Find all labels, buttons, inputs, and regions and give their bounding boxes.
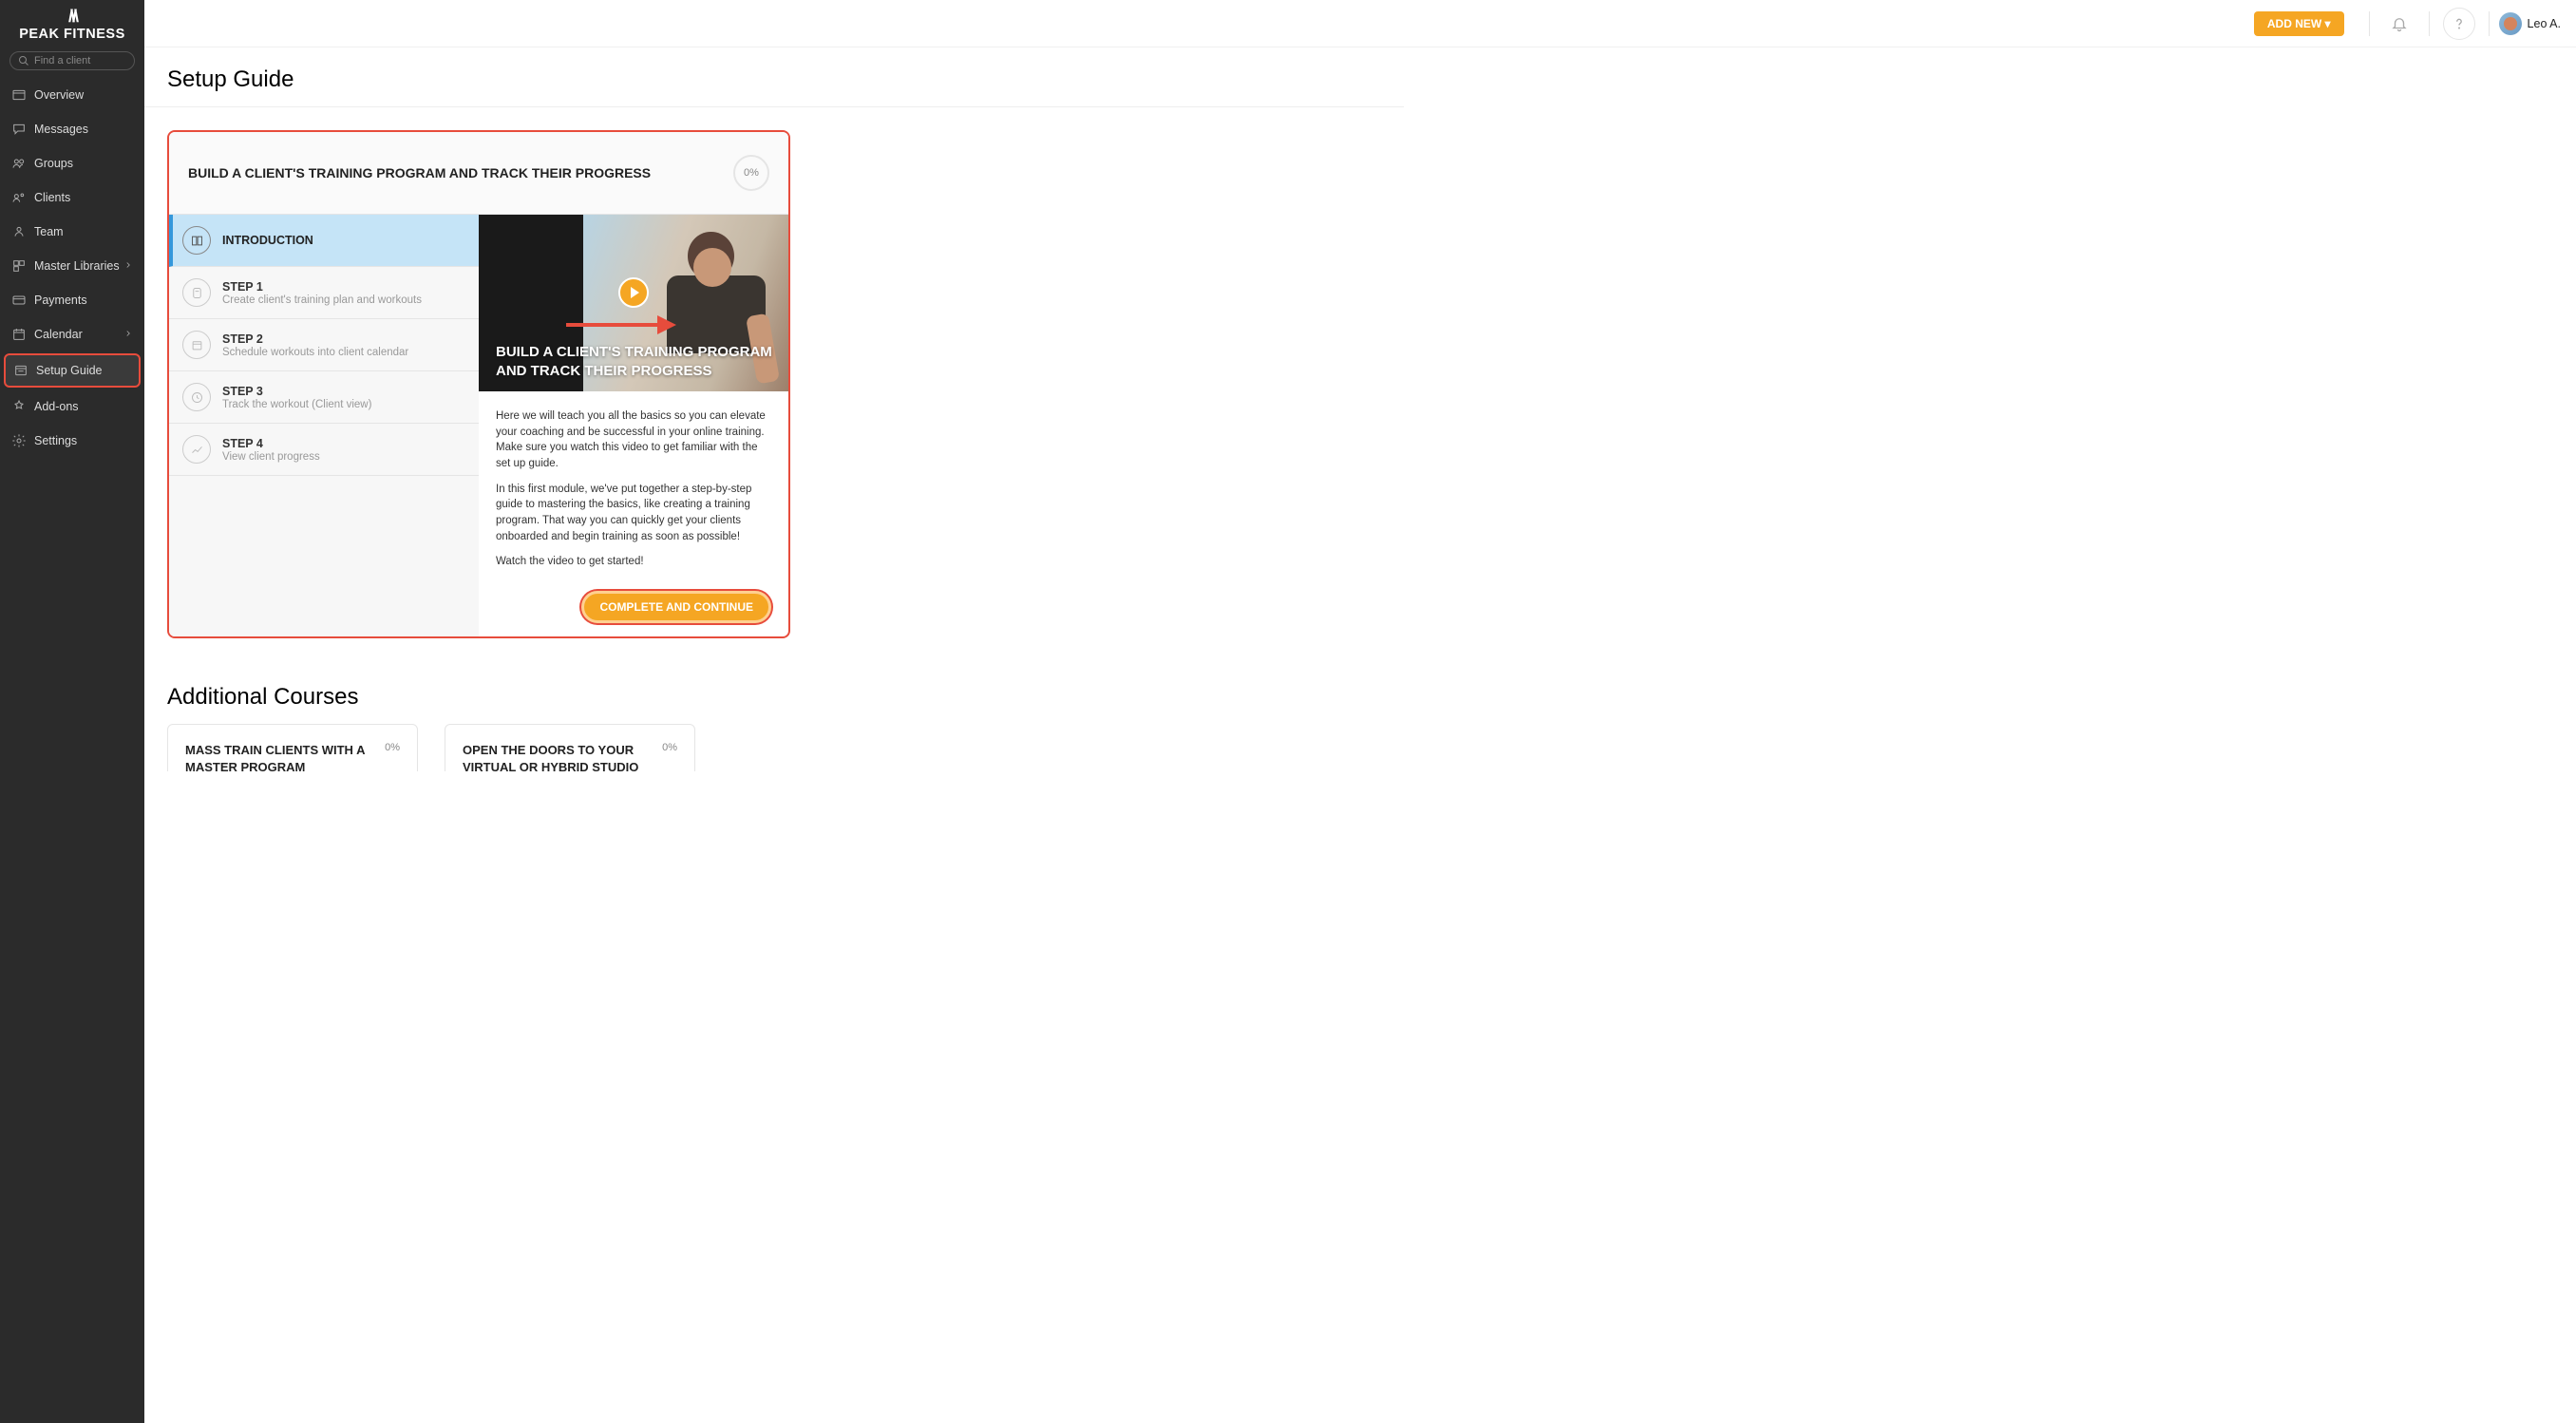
step-4[interactable]: STEP 4 View client progress [169, 424, 479, 476]
course-description: Here we will teach you all the basics so… [479, 391, 788, 591]
user-menu[interactable]: Leo A. [2499, 12, 2561, 35]
chevron-right-icon [123, 259, 133, 273]
search-icon [18, 55, 29, 66]
divider [2429, 11, 2430, 36]
sidebar-item-settings[interactable]: Settings [0, 424, 144, 458]
sidebar-item-calendar[interactable]: Calendar [0, 317, 144, 351]
track-icon [182, 383, 211, 411]
sidebar-item-label: Calendar [34, 328, 83, 341]
course-mini-card[interactable]: MASS TRAIN CLIENTS WITH A MASTER PROGRAM… [167, 724, 418, 771]
additional-courses-row: MASS TRAIN CLIENTS WITH A MASTER PROGRAM… [144, 724, 1404, 771]
clients-icon [11, 190, 27, 205]
sidebar-item-label: Master Libraries [34, 259, 120, 273]
plan-icon [182, 278, 211, 307]
play-button[interactable] [618, 277, 649, 308]
sidebar-item-label: Setup Guide [36, 364, 103, 377]
sidebar-item-master-libraries[interactable]: Master Libraries [0, 249, 144, 283]
step-1[interactable]: STEP 1 Create client's training plan and… [169, 267, 479, 319]
sidebar-item-label: Groups [34, 157, 73, 170]
course-mini-card[interactable]: OPEN THE DOORS TO YOUR VIRTUAL OR HYBRID… [445, 724, 695, 771]
progress-icon [182, 435, 211, 464]
course-mini-progress: 0% [662, 742, 677, 753]
addons-icon [11, 399, 27, 414]
steps-column: INTRODUCTION STEP 1 Create client's trai… [169, 215, 479, 636]
add-new-button[interactable]: ADD NEW ▾ [2254, 11, 2344, 36]
sidebar-item-label: Team [34, 225, 64, 238]
user-name: Leo A. [2528, 17, 2561, 30]
divider [2369, 11, 2370, 36]
course-mini-title: OPEN THE DOORS TO YOUR VIRTUAL OR HYBRID… [463, 742, 662, 771]
sidebar-item-team[interactable]: Team [0, 215, 144, 249]
complete-continue-button[interactable]: COMPLETE AND CONTINUE [581, 591, 771, 623]
step-label: STEP 3 [222, 385, 371, 398]
sidebar-item-label: Settings [34, 434, 77, 447]
step-sublabel: View client progress [222, 451, 320, 463]
bell-icon [2391, 15, 2408, 32]
setup-guide-icon [13, 363, 28, 378]
course-para-2: In this first module, we've put together… [496, 482, 771, 545]
step-introduction[interactable]: INTRODUCTION [169, 215, 479, 267]
sidebar-item-clients[interactable]: Clients [0, 180, 144, 215]
overview-icon [11, 87, 27, 103]
brand-logo[interactable]: /\/\ PEAK FITNESS [0, 0, 144, 46]
team-icon [11, 224, 27, 239]
book-icon [182, 226, 211, 255]
step-label: STEP 2 [222, 332, 408, 346]
sidebar-item-overview[interactable]: Overview [0, 78, 144, 112]
libraries-icon [11, 258, 27, 274]
brand-name: PEAK FITNESS [0, 27, 144, 42]
divider [2489, 11, 2490, 36]
main-course-card: BUILD A CLIENT'S TRAINING PROGRAM AND TR… [167, 130, 790, 638]
payments-icon [11, 293, 27, 308]
page-title: Setup Guide [144, 66, 1404, 107]
sidebar-item-label: Clients [34, 191, 70, 204]
sidebar-item-label: Overview [34, 88, 84, 102]
sidebar-item-label: Messages [34, 123, 88, 136]
logo-icon: /\/\ [0, 8, 144, 25]
course-mini-title: MASS TRAIN CLIENTS WITH A MASTER PROGRAM [185, 742, 385, 771]
chevron-right-icon [123, 328, 133, 341]
sidebar-item-label: Payments [34, 294, 87, 307]
course-para-1: Here we will teach you all the basics so… [496, 408, 771, 472]
course-header: BUILD A CLIENT'S TRAINING PROGRAM AND TR… [169, 132, 788, 215]
calendar-icon [11, 327, 27, 342]
video-thumbnail[interactable]: BUILD A CLIENT'S TRAINING PROGRAM AND TR… [479, 215, 788, 391]
nav-list: Overview Messages Groups Clients Tea [0, 78, 144, 458]
step-sublabel: Create client's training plan and workou… [222, 294, 422, 306]
step-sublabel: Schedule workouts into client calendar [222, 347, 408, 358]
topbar: ADD NEW ▾ Leo A. [144, 0, 2576, 47]
sidebar-item-label: Add-ons [34, 400, 79, 413]
schedule-icon [182, 331, 211, 359]
sidebar-item-payments[interactable]: Payments [0, 283, 144, 317]
additional-courses-title: Additional Courses [144, 684, 1404, 724]
step-2[interactable]: STEP 2 Schedule workouts into client cal… [169, 319, 479, 371]
course-title: BUILD A CLIENT'S TRAINING PROGRAM AND TR… [188, 165, 733, 180]
sidebar-item-messages[interactable]: Messages [0, 112, 144, 146]
step-label: STEP 1 [222, 280, 422, 294]
search-input[interactable] [34, 55, 126, 66]
client-search[interactable] [9, 51, 135, 70]
groups-icon [11, 156, 27, 171]
notifications-button[interactable] [2383, 8, 2415, 40]
main-content: Setup Guide BUILD A CLIENT'S TRAINING PR… [144, 47, 1404, 771]
content-column: BUILD A CLIENT'S TRAINING PROGRAM AND TR… [479, 215, 788, 636]
messages-icon [11, 122, 27, 137]
step-label: INTRODUCTION [222, 234, 313, 247]
gear-icon [11, 433, 27, 448]
step-3[interactable]: STEP 3 Track the workout (Client view) [169, 371, 479, 424]
help-button[interactable] [2443, 8, 2475, 40]
course-mini-progress: 0% [385, 742, 400, 753]
progress-badge: 0% [733, 155, 769, 191]
video-caption: BUILD A CLIENT'S TRAINING PROGRAM AND TR… [496, 343, 786, 380]
help-icon [2451, 15, 2468, 32]
sidebar-item-add-ons[interactable]: Add-ons [0, 389, 144, 424]
sidebar-item-setup-guide[interactable]: Setup Guide [4, 353, 141, 388]
step-label: STEP 4 [222, 437, 320, 450]
sidebar: /\/\ PEAK FITNESS Overview Messages Grou… [0, 0, 144, 1423]
course-para-3: Watch the video to get started! [496, 554, 771, 570]
avatar [2499, 12, 2522, 35]
sidebar-item-groups[interactable]: Groups [0, 146, 144, 180]
step-sublabel: Track the workout (Client view) [222, 399, 371, 410]
